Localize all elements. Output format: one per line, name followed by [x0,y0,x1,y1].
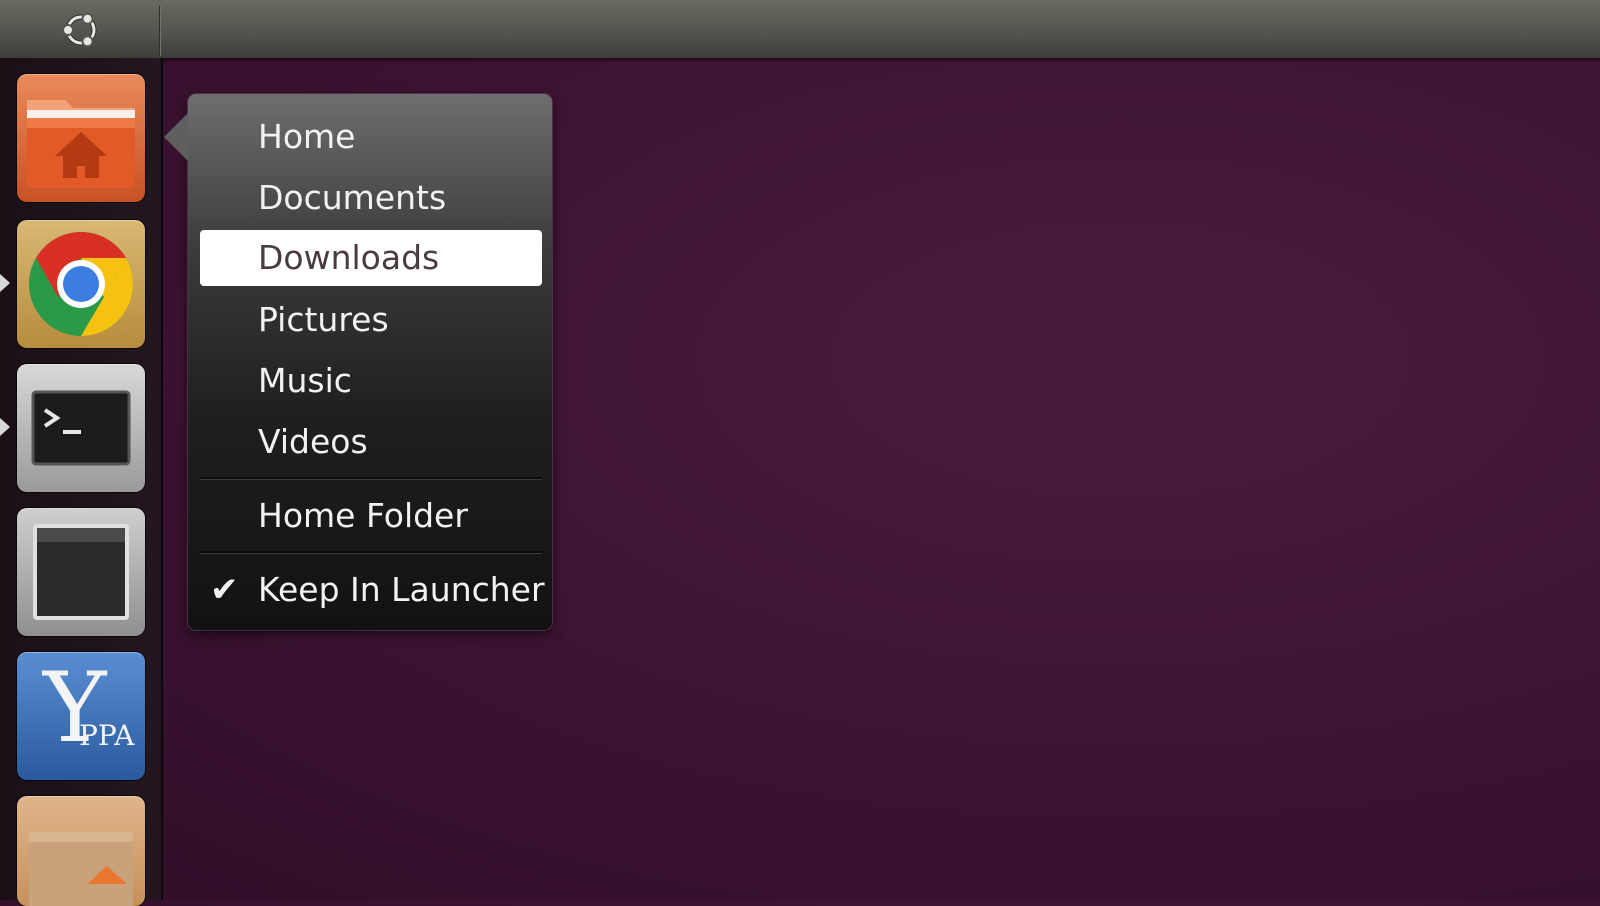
launcher-window[interactable] [17,508,145,636]
quicklist-item-label: Pictures [258,300,389,339]
home-folder-icon [27,100,135,188]
dash-button[interactable] [53,4,109,56]
window-icon [33,524,129,620]
quicklist-item-downloads[interactable]: Downloads [200,230,542,286]
ubuntu-logo-icon [62,12,97,48]
quicklist-item-keep-in-launcher[interactable]: ✔ Keep In Launcher [200,562,545,618]
terminal-icon [31,390,131,466]
launcher-chrome[interactable] [17,220,145,348]
quicklist-item-documents[interactable]: Documents [200,170,542,226]
panel-divider [159,6,160,56]
quicklist-item-home[interactable]: Home [200,109,542,165]
launcher-y-ppa[interactable]: Y PPA [17,652,145,780]
launcher-package[interactable] [17,796,145,906]
checkmark-icon: ✔ [210,570,239,610]
quicklist-item-label: Keep In Launcher [258,570,545,609]
running-indicator [0,418,10,436]
running-indicator [0,274,10,292]
quicklist-item-videos[interactable]: Videos [200,414,542,470]
quicklist-item-pictures[interactable]: Pictures [200,292,542,348]
quicklist-item-label: Home [258,117,356,156]
y-ppa-icon: Y PPA [43,652,135,764]
launcher: Y PPA [0,58,163,906]
quicklist-item-label: Documents [258,178,447,217]
quicklist-item-label: Music [258,361,352,400]
chrome-icon [29,232,133,336]
quicklist-menu: Home Documents Downloads Pictures Music … [164,94,552,630]
launcher-terminal[interactable] [17,364,145,492]
quicklist-item-music[interactable]: Music [200,353,542,409]
quicklist-item-label: Videos [258,422,368,461]
top-panel [0,0,1600,58]
quicklist-separator [200,477,542,480]
launcher-home-folder[interactable] [17,74,145,202]
quicklist-item-home-folder[interactable]: Home Folder [200,488,542,544]
quicklist-item-label: Downloads [258,238,440,277]
quicklist-item-label: Home Folder [258,496,468,535]
quicklist-separator [200,551,542,554]
package-icon [29,832,133,906]
